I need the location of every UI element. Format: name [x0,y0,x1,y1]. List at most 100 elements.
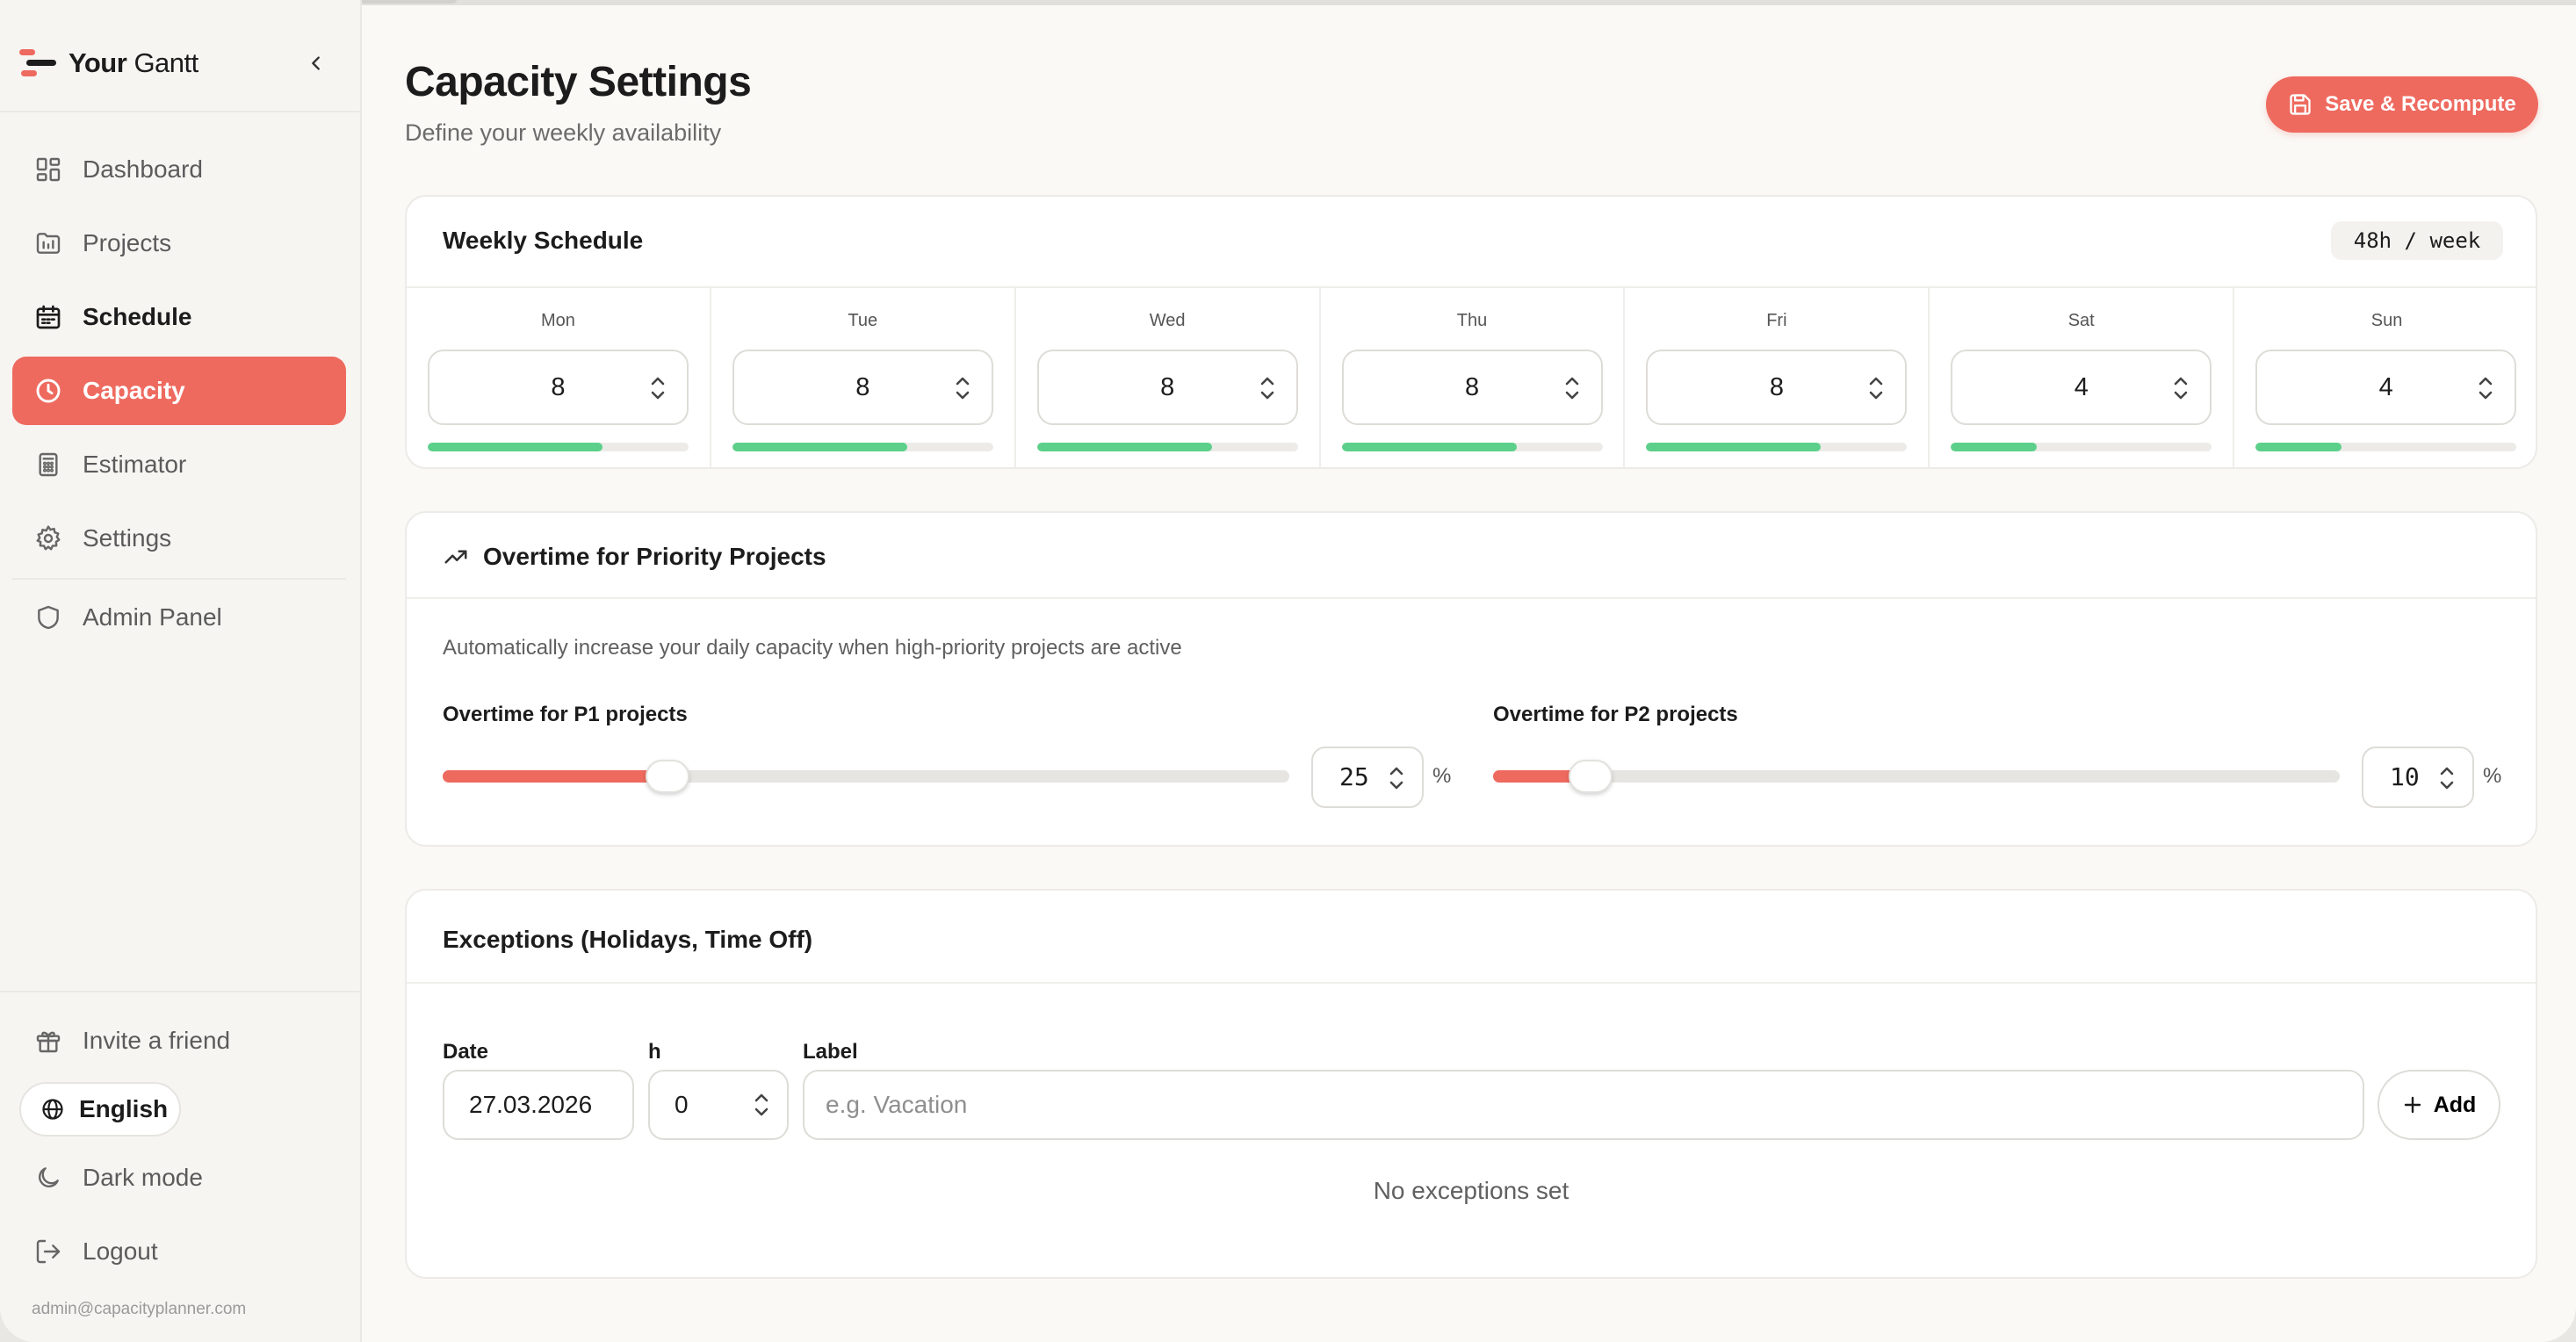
day-capacity-fill [732,443,907,451]
globe-icon [40,1096,67,1122]
logout-icon [33,1237,63,1266]
sidebar-item-label: Projects [83,229,172,256]
collapse-sidebar-button[interactable] [299,46,334,81]
window-top-bar [0,0,2576,5]
date-label: Date [443,1040,489,1064]
day-hours-input[interactable]: 8 [428,350,689,425]
day-hours-value: 8 [855,373,870,401]
sidebar-item-label: Estimator [83,451,187,478]
stepper-icon[interactable] [1387,762,1406,794]
dark-mode-label: Dark mode [83,1164,203,1191]
sidebar-item-capacity[interactable]: Capacity [12,357,346,425]
day-capacity-bar [732,443,993,451]
sidebar-item-dashboard[interactable]: Dashboard [12,135,346,204]
day-hours-input[interactable]: 8 [1341,350,1603,425]
day-capacity-fill [428,443,603,451]
day-hours-input[interactable]: 8 [1036,350,1298,425]
p2-overtime-label: Overtime for P2 projects [1493,703,1738,726]
day-name: Fri [1766,311,1787,330]
p1-slider-thumb[interactable] [646,760,689,793]
date-field[interactable]: 27.03.2026 [443,1070,634,1140]
day-column-fri: Fri 8 [1625,288,1930,467]
p1-overtime-slider[interactable] [443,760,1289,793]
p2-percent-sign: % [2483,764,2502,788]
sidebar-item-estimator[interactable]: Estimator [12,430,346,499]
day-hours-value: 4 [2074,373,2089,401]
stepper-icon[interactable] [752,1089,771,1121]
sidebar-item-label: Schedule [83,303,192,330]
card-divider [407,982,2536,984]
day-capacity-fill [1951,443,2038,451]
day-name: Wed [1149,311,1186,330]
sidebar-item-projects[interactable]: Projects [12,209,346,278]
card-divider [407,597,2536,599]
overtime-description: Automatically increase your daily capaci… [443,636,1182,660]
day-hours-input[interactable]: 4 [1951,350,2212,425]
stepper-icon[interactable] [1258,372,1277,404]
empty-exceptions-message: No exceptions set [1373,1177,1569,1204]
day-hours-input[interactable]: 4 [2255,350,2517,425]
invite-label: Invite a friend [83,1027,231,1054]
exceptions-card: Exceptions (Holidays, Time Off) Date h L… [405,889,2537,1279]
stepper-icon[interactable] [2437,762,2457,794]
day-hours-input[interactable]: 8 [732,350,993,425]
stepper-icon[interactable] [953,372,972,404]
day-capacity-bar [428,443,689,451]
logout-button[interactable]: Logout [12,1217,346,1286]
day-capacity-fill [2255,443,2342,451]
dark-mode-toggle[interactable]: Dark mode [12,1144,346,1212]
sidebar-item-label: Dashboard [83,155,203,183]
stepper-icon[interactable] [1866,372,1886,404]
sidebar-item-settings[interactable]: Settings [12,504,346,573]
label-field[interactable]: e.g. Vacation [803,1070,2364,1140]
day-column-sun: Sun 4 [2234,288,2536,467]
stepper-icon[interactable] [648,372,667,404]
p2-slider-thumb[interactable] [1569,760,1613,793]
p1-overtime-input[interactable]: 25 [1311,747,1424,808]
invite-friend-button[interactable]: Invite a friend [12,1006,346,1075]
day-capacity-fill [1341,443,1517,451]
days-row: Mon 8 Tue 8 Wed 8 Thu 8 Fri 8 Sat 4 Sun 4 [407,286,2536,467]
p1-overtime-value: 25 [1339,762,1369,791]
save-icon [2288,92,2313,117]
p1-percent-sign: % [1432,764,1452,788]
day-capacity-bar [1341,443,1603,451]
weekly-total-badge: 48h / week [2331,221,2503,260]
sidebar-divider [0,111,360,112]
hours-field[interactable]: 0 [648,1070,789,1140]
sidebar-divider [0,991,360,992]
day-capacity-fill [1646,443,1822,451]
sidebar-item-label: Admin Panel [83,603,222,631]
hours-label: h [648,1040,661,1064]
language-selector[interactable]: English [19,1082,181,1136]
save-recompute-button[interactable]: Save & Recompute [2266,76,2538,133]
page-subtitle: Define your weekly availability [405,119,722,146]
trending-up-icon [443,543,471,571]
sidebar-divider [12,578,346,580]
gear-icon [33,523,63,553]
day-capacity-bar [1036,443,1298,451]
day-name: Thu [1456,311,1488,330]
stepper-icon[interactable] [1562,372,1582,404]
add-label: Add [2433,1092,2477,1117]
calendar-icon [33,302,63,332]
weekly-schedule-title: Weekly Schedule [443,227,644,254]
p2-overtime-slider[interactable] [1493,760,2340,793]
day-hours-input[interactable]: 8 [1646,350,1908,425]
stepper-icon[interactable] [2476,372,2495,404]
moon-icon [33,1163,63,1193]
day-name: Sun [2370,311,2403,330]
stepper-icon[interactable] [2171,372,2190,404]
p2-overtime-value: 10 [2390,762,2420,791]
add-exception-button[interactable]: Add [2378,1070,2500,1140]
sidebar-item-admin-panel[interactable]: Admin Panel [12,583,346,652]
hours-value: 0 [675,1091,689,1118]
sidebar-item-schedule[interactable]: Schedule [12,283,346,351]
shield-icon [33,602,63,632]
weekly-schedule-card: Weekly Schedule 48h / week Mon 8 Tue 8 Wed 8 T… [405,195,2537,469]
save-label: Save & Recompute [2325,92,2516,116]
p2-overtime-input[interactable]: 10 [2362,747,2474,808]
chevron-left-icon [312,56,320,70]
day-capacity-bar [2255,443,2517,451]
overtime-card: Overtime for Priority Projects Automatic… [405,511,2537,847]
